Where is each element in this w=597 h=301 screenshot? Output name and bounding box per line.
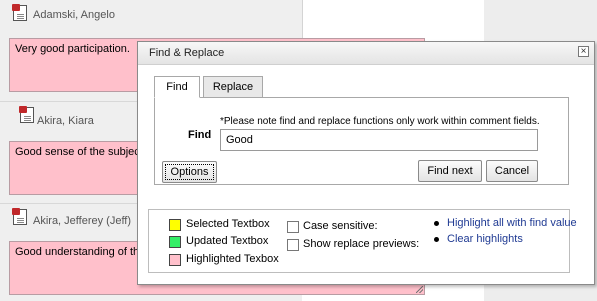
tab-replace[interactable]: Replace [203, 76, 263, 98]
comment-text: Very good participation. [15, 43, 130, 55]
student-report-icon [12, 208, 27, 225]
comment-text: Good sense of the subjec [15, 146, 140, 158]
updated-swatch [169, 236, 181, 248]
bullet-icon [434, 237, 439, 242]
dialog-title: Find & Replace [149, 47, 225, 59]
selected-swatch [169, 219, 181, 231]
resize-grip-icon[interactable] [416, 286, 423, 293]
legend-updated: Updated Textbox [186, 235, 269, 247]
find-replace-note: *Please note find and replace functions … [220, 116, 540, 127]
student-name: Akira, Jefferey (Jeff) [33, 215, 132, 227]
tab-find[interactable]: Find [154, 76, 200, 98]
student-report-icon [19, 106, 34, 123]
highlight-all-link[interactable]: Highlight all with find value [447, 217, 577, 229]
student-name: Akira, Kiara [37, 115, 94, 127]
options-button[interactable]: Options [162, 161, 217, 183]
case-sensitive-checkbox[interactable] [287, 221, 299, 233]
bullet-icon [434, 221, 439, 226]
dialog-titlebar[interactable]: Find & Replace × [138, 42, 594, 65]
divider [302, 0, 303, 42]
case-sensitive-label: Case sensitive: [303, 220, 378, 232]
find-input[interactable] [220, 129, 538, 151]
find-label: Find [188, 129, 212, 141]
legend-highlighted: Highlighted Texbox [186, 253, 279, 265]
student-report-icon [12, 4, 27, 21]
highlighted-swatch [169, 254, 181, 266]
find-replace-dialog: Find & Replace × Find Replace *Please no… [137, 41, 595, 285]
find-next-button[interactable]: Find next [418, 160, 482, 182]
close-icon[interactable]: × [578, 46, 589, 57]
cancel-button[interactable]: Cancel [486, 160, 538, 182]
student-name: Adamski, Angelo [33, 9, 115, 21]
replace-previews-checkbox[interactable] [287, 239, 299, 251]
student-row: Adamski, Angelo [0, 0, 302, 30]
options-panel: Selected Textbox Updated Textbox Highlig… [148, 209, 577, 273]
clear-highlights-link[interactable]: Clear highlights [447, 233, 523, 245]
comment-text: Good understanding of the [15, 246, 146, 258]
legend-selected: Selected Textbox [186, 218, 270, 230]
replace-previews-label: Show replace previews: [303, 238, 420, 250]
